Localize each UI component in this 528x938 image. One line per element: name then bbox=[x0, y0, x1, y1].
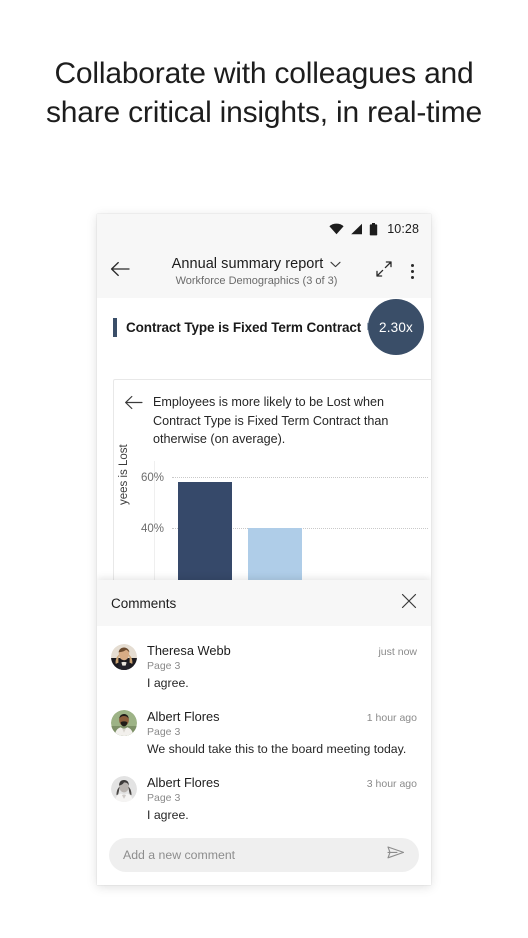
expand-diagonal-icon[interactable] bbox=[375, 260, 393, 283]
avatar-albert-flores-1 bbox=[111, 710, 137, 736]
insight-banner[interactable]: Contract Type is Fixed Term Contract ▶ 2… bbox=[97, 298, 431, 356]
insight-accent-bar bbox=[113, 317, 117, 337]
comment-author: Theresa Webb bbox=[147, 643, 231, 658]
wifi-icon bbox=[329, 223, 344, 235]
phone-mockup: 10:28 Annual summary report Workforce De… bbox=[97, 214, 431, 885]
app-bar-titles: Annual summary report Workforce Demograp… bbox=[144, 255, 369, 287]
more-vertical-icon[interactable] bbox=[407, 262, 418, 281]
comment-item[interactable]: Theresa Webb just now Page 3 I agree. bbox=[97, 634, 431, 700]
report-title: Annual summary report bbox=[171, 256, 324, 272]
insight-title: Contract Type is Fixed Term Contract bbox=[126, 319, 362, 335]
insight-multiplier-badge: 2.30x bbox=[368, 299, 424, 355]
comment-page-ref: Page 3 bbox=[147, 660, 181, 672]
app-bar: Annual summary report Workforce Demograp… bbox=[97, 244, 431, 298]
back-button[interactable] bbox=[110, 261, 144, 282]
cellular-signal-icon bbox=[350, 223, 363, 235]
comments-panel: Comments Theresa Webb just now Page 3 I … bbox=[97, 580, 431, 885]
chart-description: Employees is more likely to be Lost when… bbox=[153, 395, 389, 446]
comment-item[interactable]: Albert Flores 3 hour ago Page 3 I agree. bbox=[97, 766, 431, 830]
report-selector[interactable]: Annual summary report bbox=[172, 255, 342, 273]
y-tick-label-40: 40% bbox=[140, 523, 164, 535]
comment-author: Albert Flores bbox=[147, 709, 220, 724]
chart-card: Employees is more likely to be Lost when… bbox=[113, 379, 431, 614]
comment-composer bbox=[97, 830, 431, 885]
comment-text: I agree. bbox=[147, 676, 189, 690]
chart-description-row: Employees is more likely to be Lost when… bbox=[114, 380, 431, 449]
y-tick-label-60: 60% bbox=[140, 472, 164, 484]
app-bar-actions bbox=[369, 260, 418, 283]
comment-timestamp: 1 hour ago bbox=[366, 712, 417, 724]
comment-body: Theresa Webb just now Page 3 I agree. bbox=[147, 643, 417, 691]
comment-body: Albert Flores 3 hour ago Page 3 I agree. bbox=[147, 775, 417, 823]
avatar-theresa-webb bbox=[111, 644, 137, 670]
marketing-headline: Collaborate with colleagues and share cr… bbox=[45, 57, 483, 129]
comment-top-row: Theresa Webb just now bbox=[147, 643, 417, 658]
comment-page-ref: Page 3 bbox=[147, 792, 181, 804]
close-icon[interactable] bbox=[401, 593, 417, 614]
report-subtitle: Workforce Demographics (3 of 3) bbox=[175, 275, 338, 287]
comment-timestamp: just now bbox=[378, 646, 417, 658]
chart-y-axis-label: yees is Lost bbox=[118, 443, 130, 505]
comments-header: Comments bbox=[97, 580, 431, 626]
comment-timestamp: 3 hour ago bbox=[366, 778, 417, 790]
comment-input[interactable] bbox=[123, 848, 387, 862]
comment-composer-field[interactable] bbox=[109, 838, 419, 872]
back-arrow-icon bbox=[110, 261, 130, 282]
send-icon[interactable] bbox=[387, 845, 405, 865]
comment-item[interactable]: Albert Flores 1 hour ago Page 3 We shoul… bbox=[97, 700, 431, 766]
chevron-down-icon bbox=[330, 255, 341, 273]
comment-page-ref: Page 3 bbox=[147, 726, 181, 738]
status-bar: 10:28 bbox=[97, 214, 431, 244]
comments-list: Theresa Webb just now Page 3 I agree. Al… bbox=[97, 626, 431, 830]
comment-body: Albert Flores 1 hour ago Page 3 We shoul… bbox=[147, 709, 417, 757]
back-arrow-icon[interactable] bbox=[124, 395, 143, 449]
comment-top-row: Albert Flores 3 hour ago bbox=[147, 775, 417, 790]
comment-author: Albert Flores bbox=[147, 775, 220, 790]
comment-text: We should take this to the board meeting… bbox=[147, 742, 407, 756]
comment-top-row: Albert Flores 1 hour ago bbox=[147, 709, 417, 724]
comment-text: I agree. bbox=[147, 808, 189, 822]
comments-title: Comments bbox=[111, 595, 177, 611]
avatar-albert-flores-2 bbox=[111, 776, 137, 802]
status-time: 10:28 bbox=[387, 222, 419, 236]
battery-icon bbox=[369, 222, 378, 236]
